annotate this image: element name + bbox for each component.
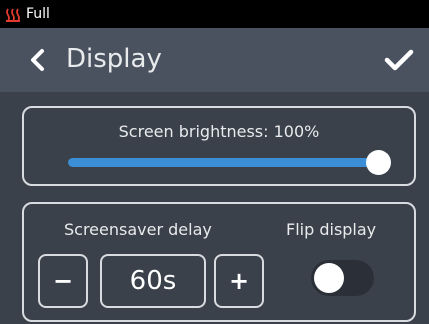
page-title: Display [66, 44, 162, 74]
slider-fill [68, 158, 378, 167]
increment-button[interactable]: + [214, 254, 264, 308]
screensaver-card: Screensaver delay Flip display − 60s + [22, 202, 416, 322]
status-text: Full [26, 6, 50, 22]
heater-icon [6, 8, 20, 22]
brightness-slider[interactable] [68, 150, 391, 175]
slider-knob[interactable] [366, 150, 391, 175]
checkmark-icon[interactable] [384, 49, 414, 71]
screensaver-value: 60s [100, 254, 206, 308]
flip-display-label: Flip display [286, 220, 377, 239]
chevron-left-icon[interactable] [28, 48, 48, 72]
toggle-knob [314, 263, 344, 293]
brightness-label: Screen brightness: 100% [118, 122, 320, 141]
header-bar [0, 28, 429, 92]
status-bar: Full [0, 0, 429, 28]
brightness-card: Screen brightness: 100% [22, 106, 416, 186]
decrement-button[interactable]: − [38, 254, 88, 308]
screensaver-label: Screensaver delay [64, 220, 212, 239]
flip-display-toggle[interactable] [311, 260, 374, 296]
